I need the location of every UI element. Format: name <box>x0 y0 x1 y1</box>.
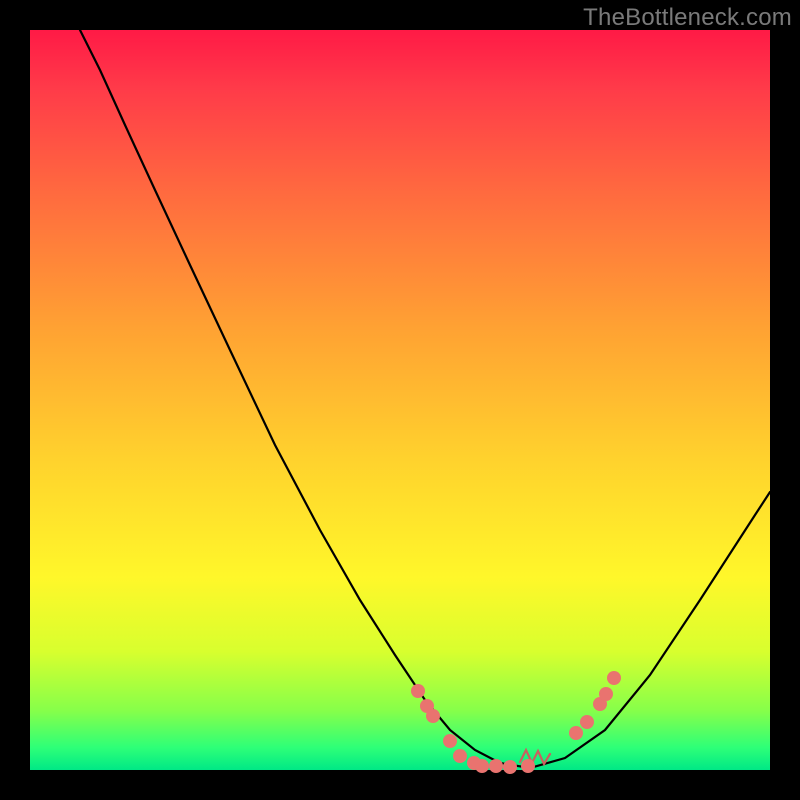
data-dot <box>580 715 594 729</box>
data-dot <box>453 749 467 763</box>
plot-area <box>30 30 770 770</box>
data-dot <box>489 759 503 773</box>
data-dot <box>521 759 535 773</box>
data-dot <box>426 709 440 723</box>
data-dot <box>599 687 613 701</box>
watermark-text: TheBottleneck.com <box>583 4 792 32</box>
data-dot <box>607 671 621 685</box>
data-dot <box>443 734 457 748</box>
bottleneck-curve <box>80 30 770 768</box>
data-dot <box>475 759 489 773</box>
data-dot <box>411 684 425 698</box>
chart-frame: TheBottleneck.com <box>0 0 800 800</box>
data-dot <box>569 726 583 740</box>
chart-overlay <box>30 30 770 770</box>
data-dot <box>503 760 517 774</box>
